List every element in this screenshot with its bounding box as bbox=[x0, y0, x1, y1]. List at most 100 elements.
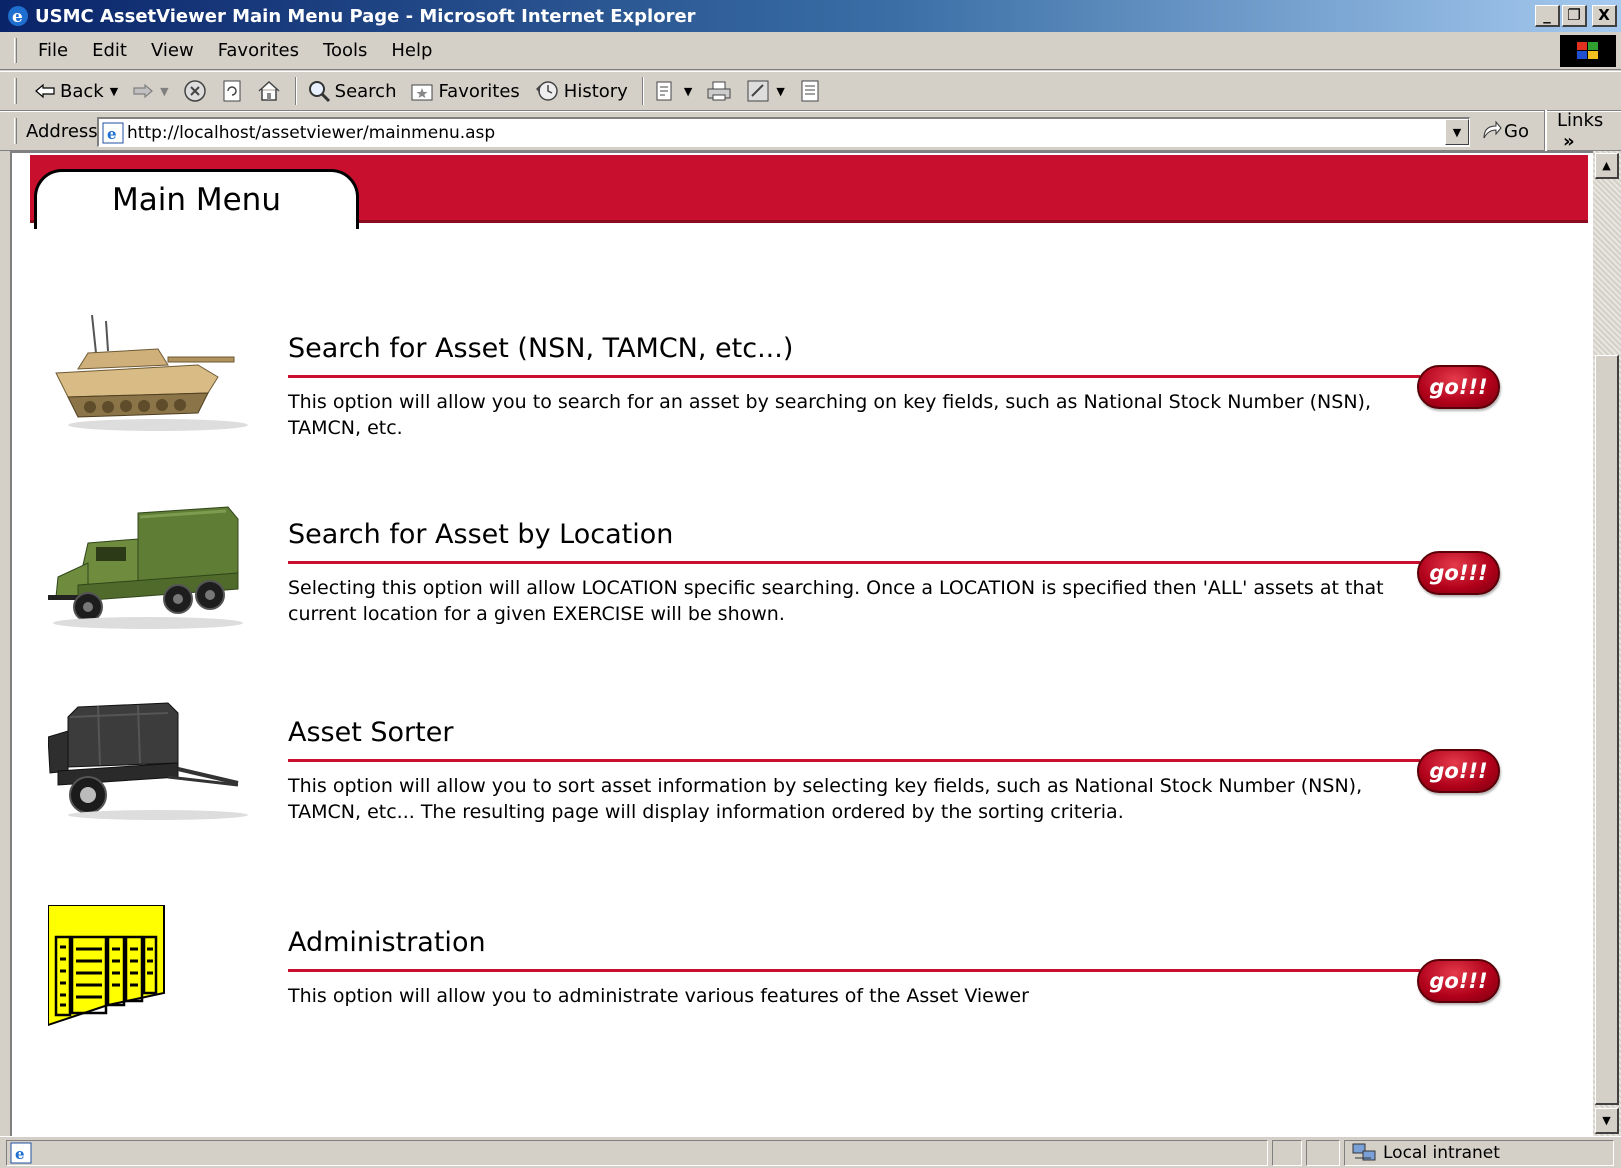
go-button-search-location[interactable]: go!!! bbox=[1417, 551, 1500, 595]
document-table-icon bbox=[47, 904, 166, 1031]
option-title: Search for Asset (NSN, TAMCN, etc...) bbox=[288, 333, 794, 364]
page-viewport: Main Menu Search for Asset (NSN, TAMCN, … bbox=[10, 151, 1593, 1136]
title-bar: e USMC AssetViewer Main Menu Page - Micr… bbox=[0, 0, 1621, 32]
menu-tools[interactable]: Tools bbox=[323, 40, 367, 61]
option-description: This option will allow you to sort asset… bbox=[288, 775, 1363, 823]
stop-button[interactable] bbox=[183, 79, 207, 103]
search-label: Search bbox=[334, 80, 397, 102]
home-icon bbox=[258, 80, 280, 101]
address-bar: Address e http://localhost/assetviewer/m… bbox=[0, 110, 1621, 152]
search-button[interactable]: Search bbox=[307, 79, 397, 103]
menu-edit[interactable]: Edit bbox=[92, 40, 127, 61]
option-divider bbox=[288, 561, 1420, 564]
address-url: http://localhost/assetviewer/mainmenu.as… bbox=[127, 122, 496, 143]
close-button[interactable]: X bbox=[1592, 5, 1617, 27]
address-dropdown-button[interactable]: ▼ bbox=[1445, 119, 1469, 145]
page-icon: e bbox=[102, 122, 124, 149]
status-bar: e Local intranet bbox=[0, 1136, 1621, 1168]
favorites-button[interactable]: Favorites bbox=[410, 80, 520, 102]
option-divider bbox=[288, 969, 1420, 972]
scroll-thumb[interactable] bbox=[1595, 355, 1619, 1105]
option-title: Administration bbox=[288, 927, 486, 958]
option-divider bbox=[288, 375, 1420, 378]
option-title: Asset Sorter bbox=[288, 717, 454, 748]
menu-bar: File Edit View Favorites Tools Help bbox=[0, 32, 1621, 70]
edit-page-icon bbox=[747, 80, 769, 102]
search-icon bbox=[308, 81, 330, 103]
page-done-icon: e bbox=[10, 1142, 32, 1164]
status-progress-cell bbox=[1272, 1140, 1302, 1166]
links-label: Links bbox=[1557, 110, 1604, 131]
ie-logo-icon: e bbox=[6, 4, 30, 28]
edit-dropdown-icon[interactable]: ▼ bbox=[776, 85, 784, 98]
menu-help[interactable]: Help bbox=[391, 40, 432, 61]
address-label: Address bbox=[26, 120, 98, 142]
menu-view[interactable]: View bbox=[151, 40, 194, 61]
go-button[interactable]: Go bbox=[1480, 120, 1529, 142]
toolbar-separator bbox=[641, 77, 644, 105]
scroll-up-button[interactable]: ▲ bbox=[1595, 153, 1619, 179]
home-button[interactable] bbox=[257, 80, 281, 102]
back-dropdown-icon[interactable]: ▼ bbox=[110, 85, 118, 98]
status-text-cell: e bbox=[6, 1140, 1268, 1166]
maximize-button[interactable]: ❐ bbox=[1562, 5, 1587, 27]
favorites-label: Favorites bbox=[438, 80, 520, 102]
go-button-asset-sorter[interactable]: go!!! bbox=[1417, 749, 1500, 793]
status-security-cell bbox=[1306, 1140, 1340, 1166]
window-title: USMC AssetViewer Main Menu Page - Micros… bbox=[35, 5, 696, 27]
address-bar-grip[interactable] bbox=[14, 118, 17, 144]
links-button[interactable]: Links » bbox=[1545, 110, 1621, 152]
refresh-button[interactable] bbox=[221, 79, 243, 103]
go-arrow-icon bbox=[1483, 120, 1502, 139]
scroll-down-button[interactable]: ▼ bbox=[1595, 1108, 1619, 1134]
print-button[interactable] bbox=[706, 80, 732, 102]
standard-toolbar: Back ▼ ▼ Search Favorites History ▼ ▼ bbox=[0, 71, 1621, 111]
option-description: Selecting this option will allow LOCATIO… bbox=[288, 577, 1384, 625]
back-arrow-icon bbox=[35, 83, 55, 99]
forward-dropdown-icon[interactable]: ▼ bbox=[160, 85, 168, 98]
favorites-folder-icon bbox=[411, 84, 433, 101]
local-intranet-icon bbox=[1352, 1143, 1376, 1161]
page-title: Main Menu bbox=[112, 182, 281, 218]
status-zone-label: Local intranet bbox=[1383, 1143, 1500, 1163]
print-icon bbox=[707, 81, 731, 101]
svg-text:e: e bbox=[12, 7, 23, 27]
refresh-icon bbox=[223, 80, 241, 102]
minimize-button[interactable]: _ bbox=[1535, 5, 1560, 27]
trailer-image bbox=[47, 697, 248, 831]
stop-icon bbox=[183, 80, 206, 102]
vertical-scrollbar[interactable]: ▲ ▼ bbox=[1593, 151, 1621, 1136]
menu-bar-grip[interactable] bbox=[14, 38, 17, 63]
windows-logo-icon bbox=[1560, 35, 1616, 67]
forward-button[interactable]: ▼ bbox=[132, 83, 169, 99]
svg-text:e: e bbox=[107, 125, 117, 143]
svg-text:e: e bbox=[15, 1145, 25, 1163]
menu-favorites[interactable]: Favorites bbox=[218, 40, 299, 61]
discuss-button[interactable] bbox=[799, 79, 821, 103]
mail-button[interactable]: ▼ bbox=[654, 79, 692, 103]
option-title: Search for Asset by Location bbox=[288, 519, 674, 550]
edit-button[interactable]: ▼ bbox=[746, 79, 785, 103]
go-label: Go bbox=[1504, 120, 1529, 142]
option-divider bbox=[288, 759, 1420, 762]
main-menu-tab: Main Menu bbox=[34, 169, 359, 229]
go-button-search-asset[interactable]: go!!! bbox=[1417, 365, 1500, 409]
menu-file[interactable]: File bbox=[38, 40, 68, 61]
go-button-administration[interactable]: go!!! bbox=[1417, 959, 1500, 1003]
option-description: This option will allow you to search for… bbox=[288, 391, 1371, 439]
truck-image bbox=[48, 503, 248, 637]
back-button[interactable]: Back ▼ bbox=[34, 81, 118, 102]
forward-arrow-icon bbox=[133, 83, 154, 99]
tank-image bbox=[48, 313, 248, 437]
toolbar-separator bbox=[294, 77, 297, 105]
history-label: History bbox=[563, 80, 628, 102]
toolbar-grip[interactable] bbox=[14, 78, 17, 104]
mail-dropdown-icon[interactable]: ▼ bbox=[684, 85, 692, 98]
back-label: Back bbox=[60, 80, 104, 102]
option-description: This option will allow you to administra… bbox=[288, 985, 1029, 1007]
discuss-icon bbox=[801, 80, 819, 102]
history-button[interactable]: History bbox=[534, 79, 628, 103]
mail-icon bbox=[656, 81, 672, 101]
status-zone-cell: Local intranet bbox=[1344, 1140, 1614, 1166]
address-input[interactable]: e http://localhost/assetviewer/mainmenu.… bbox=[97, 117, 1470, 147]
